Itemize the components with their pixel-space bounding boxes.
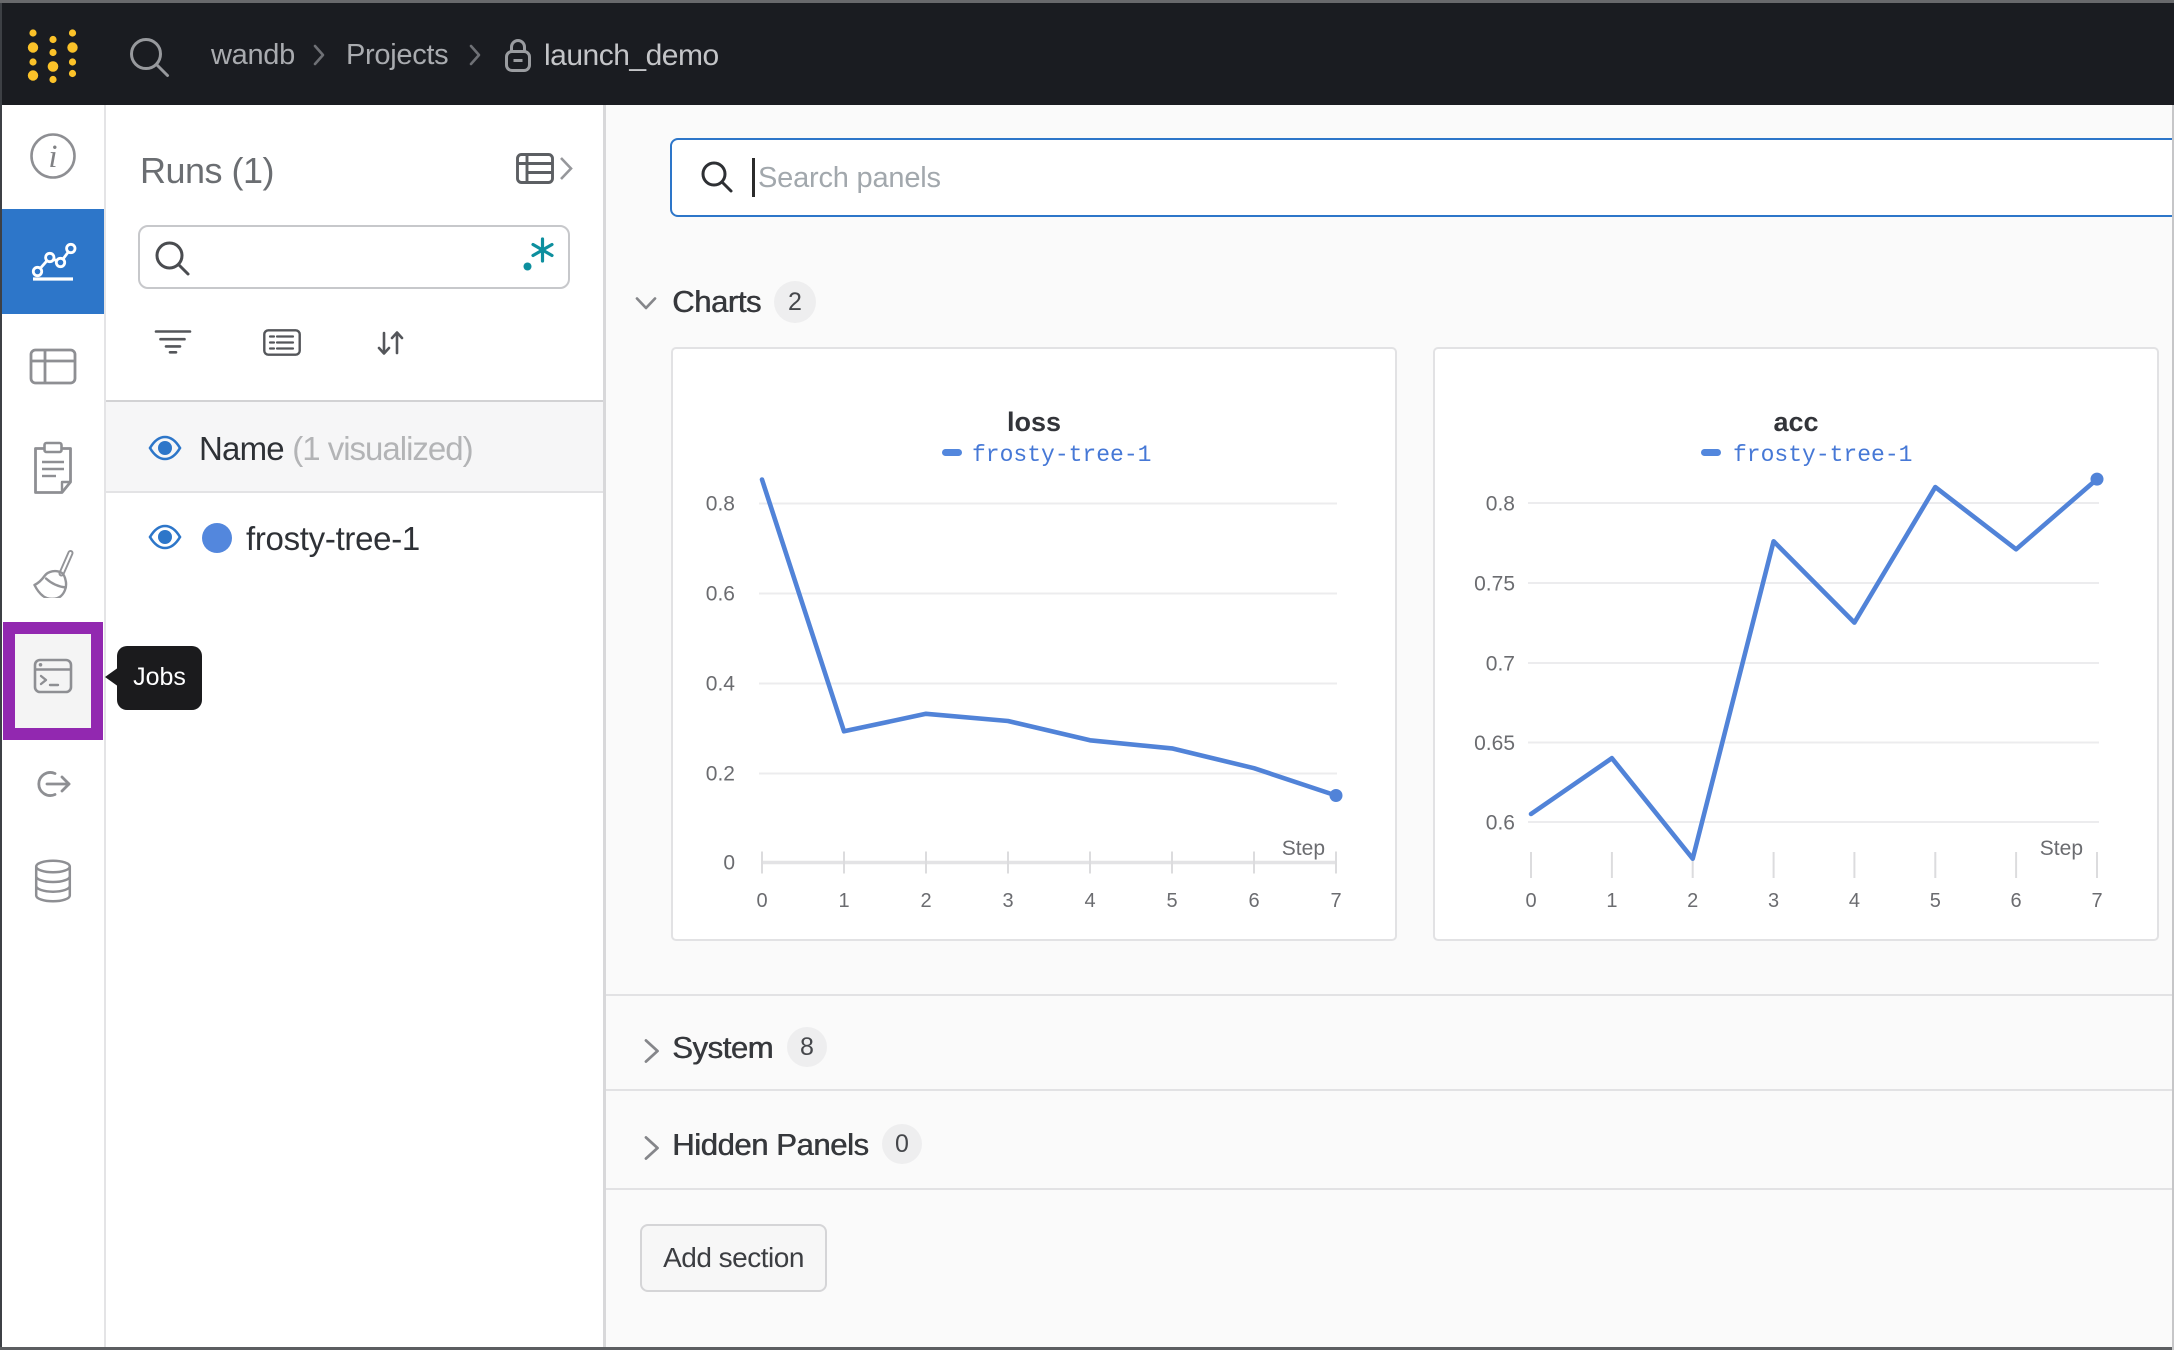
svg-text:loss: loss [1007,407,1061,437]
svg-text:2: 2 [1687,890,1698,912]
svg-text:0.6: 0.6 [1486,812,1515,835]
svg-text:frosty-tree-1: frosty-tree-1 [1733,442,1912,468]
svg-text:0.8: 0.8 [706,493,735,516]
svg-text:0.4: 0.4 [706,673,736,696]
svg-text:7: 7 [1330,890,1341,912]
svg-text:7: 7 [2091,890,2102,912]
svg-text:6: 6 [1248,890,1259,912]
svg-text:0: 0 [723,852,735,875]
svg-text:0.75: 0.75 [1474,573,1515,596]
svg-text:5: 5 [1166,890,1177,912]
svg-text:3: 3 [1768,890,1779,912]
svg-text:0.2: 0.2 [706,763,735,786]
svg-text:frosty-tree-1: frosty-tree-1 [972,442,1151,468]
svg-text:Step: Step [2040,837,2083,860]
svg-text:4: 4 [1849,890,1860,912]
svg-text:1: 1 [1606,890,1617,912]
svg-text:Step: Step [1282,837,1325,860]
svg-text:0.8: 0.8 [1486,493,1515,516]
svg-text:5: 5 [1930,890,1941,912]
svg-text:0.65: 0.65 [1474,732,1515,755]
svg-text:acc: acc [1773,407,1818,437]
svg-text:i: i [48,139,57,175]
svg-text:3: 3 [1002,890,1013,912]
svg-text:0: 0 [756,890,767,912]
svg-text:1: 1 [838,890,849,912]
svg-text:4: 4 [1084,890,1095,912]
svg-text:0.6: 0.6 [706,583,735,606]
svg-text:2: 2 [920,890,931,912]
svg-text:0.7: 0.7 [1486,653,1515,676]
svg-text:0: 0 [1525,890,1536,912]
svg-text:6: 6 [2011,890,2022,912]
